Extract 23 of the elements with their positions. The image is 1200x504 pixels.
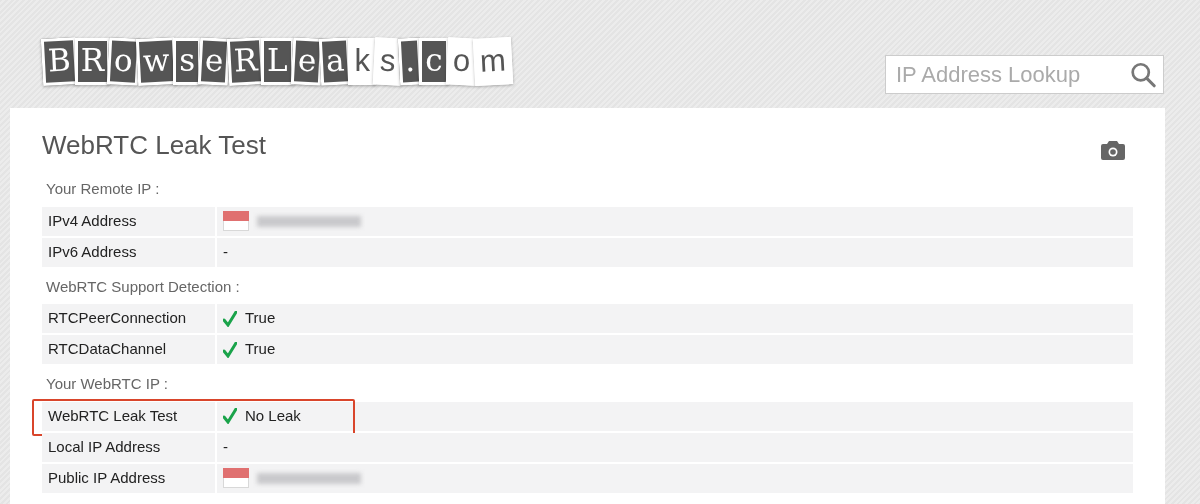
row-value: True — [245, 308, 276, 329]
row-label: RTCDataChannel — [48, 339, 167, 360]
check-icon — [223, 408, 237, 425]
row-label: RTCPeerConnection — [48, 308, 187, 329]
row-label: IPv6 Address — [48, 241, 137, 262]
row-value: True — [245, 339, 276, 360]
section-heading: WebRTC Support Detection : — [45, 276, 241, 297]
row-label: WebRTC Leak Test — [48, 405, 178, 426]
section-heading: Your WebRTC IP : — [45, 374, 169, 395]
row-label: Local IP Address — [48, 436, 161, 457]
row-value: - — [223, 241, 228, 262]
row-value: No Leak — [245, 405, 301, 426]
check-icon — [223, 341, 237, 358]
row-label: IPv4 Address — [48, 210, 137, 231]
check-icon — [223, 310, 237, 327]
panel-title: WebRTC Leak Test — [42, 130, 266, 162]
section-heading: Your Remote IP : — [45, 179, 161, 200]
search-field[interactable]: IP Address Lookup — [885, 55, 1164, 94]
flag-icon — [223, 211, 249, 232]
row-label: Public IP Address — [48, 467, 166, 488]
flag-icon — [223, 468, 249, 489]
camera-icon[interactable] — [1101, 140, 1125, 160]
row-value: - — [223, 436, 228, 457]
